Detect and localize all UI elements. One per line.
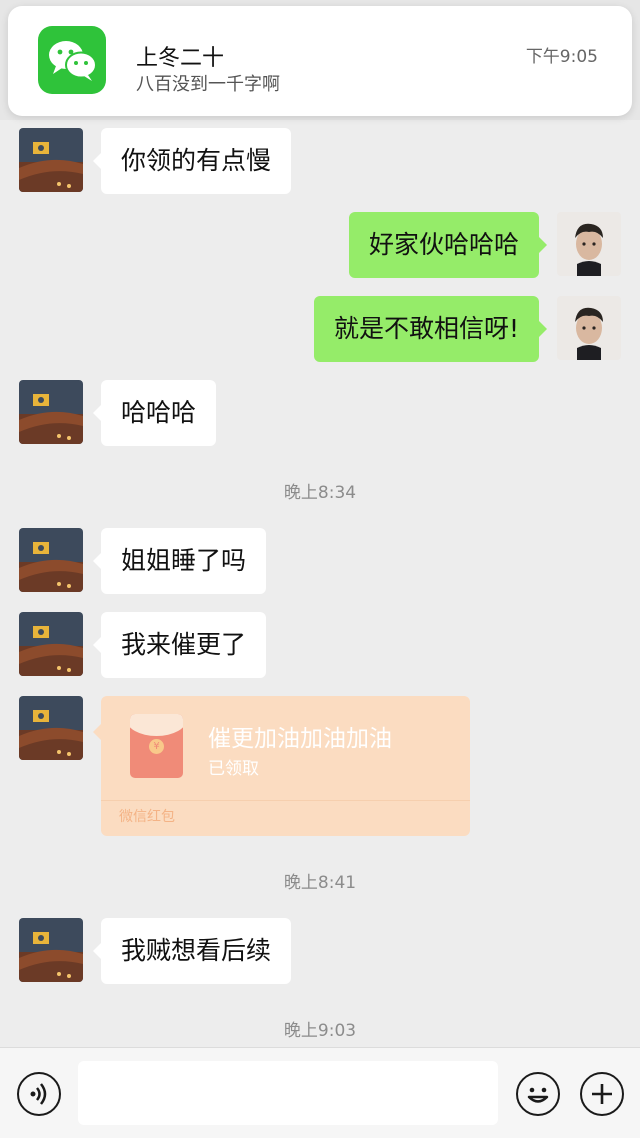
emoji-icon[interactable] xyxy=(516,1072,560,1116)
chat-timestamp: 晚上8:41 xyxy=(283,873,357,893)
message-bubble[interactable]: 就是不敢相信呀! xyxy=(313,296,548,362)
message-bubble[interactable]: 你领的有点慢 xyxy=(92,128,292,194)
message-bubble[interactable]: 好家伙哈哈哈 xyxy=(348,212,548,278)
red-packet-title: 催更加油加油加油 xyxy=(208,726,392,752)
red-packet[interactable]: ¥ 催更加油加油加油 已领取 微信红包 xyxy=(93,696,470,836)
notification-time: 下午9:05 xyxy=(525,47,598,67)
red-envelope-icon: ¥ xyxy=(130,714,183,778)
chat-timestamp: 晚上9:03 xyxy=(283,1021,357,1041)
red-packet-status: 已领取 xyxy=(208,759,259,779)
message-bubble[interactable]: 哈哈哈 xyxy=(92,380,217,446)
message-input[interactable] xyxy=(78,1061,498,1125)
message-bubble[interactable]: 我贼想看后续 xyxy=(92,918,292,984)
plus-icon[interactable] xyxy=(580,1072,624,1116)
my-avatar[interactable] xyxy=(557,296,621,360)
notification-message: 八百没到一千字啊 xyxy=(136,74,280,95)
message-bubble[interactable]: 姐姐睡了吗 xyxy=(92,528,267,594)
red-packet-footer: 微信红包 xyxy=(119,809,175,825)
contact-avatar[interactable] xyxy=(19,918,83,982)
notification-banner[interactable]: 上冬二十 八百没到一千字啊 下午9:05 xyxy=(8,6,632,116)
notification-sender: 上冬二十 xyxy=(136,46,225,71)
wechat-icon xyxy=(38,26,106,94)
contact-avatar[interactable] xyxy=(19,128,83,192)
contact-avatar[interactable] xyxy=(19,612,83,676)
contact-avatar[interactable] xyxy=(19,696,83,760)
input-bar xyxy=(0,1047,640,1138)
divider xyxy=(101,800,470,801)
my-avatar[interactable] xyxy=(557,212,621,276)
message-bubble[interactable]: 我来催更了 xyxy=(92,612,267,678)
chat-timestamp: 晚上8:34 xyxy=(283,483,357,503)
contact-avatar[interactable] xyxy=(19,380,83,444)
voice-icon[interactable] xyxy=(17,1072,61,1116)
contact-avatar[interactable] xyxy=(19,528,83,592)
